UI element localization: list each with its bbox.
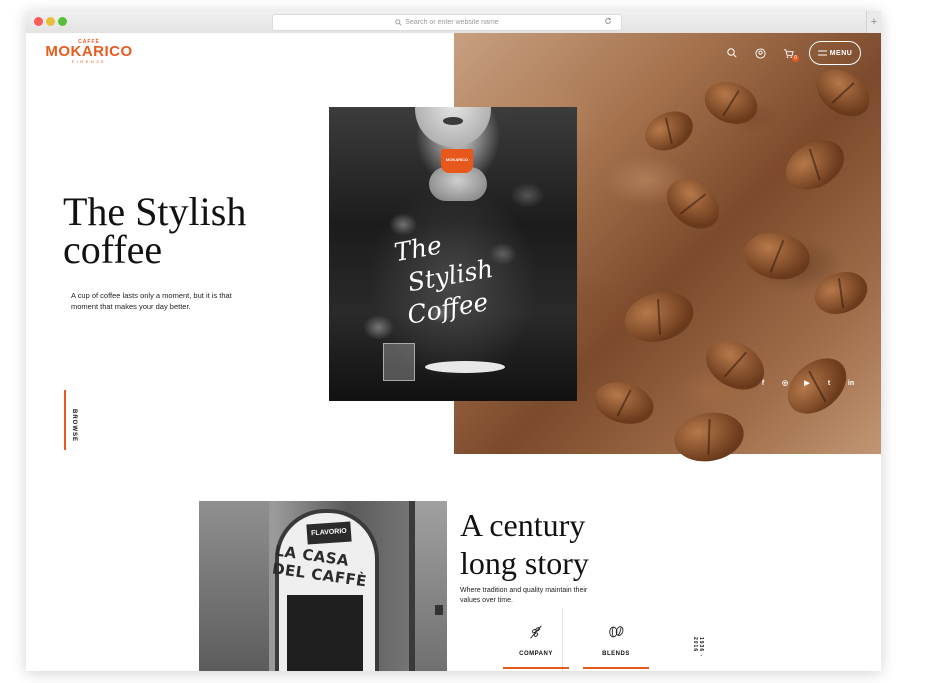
browse-line <box>64 390 66 450</box>
twitter-icon[interactable]: t <box>825 379 833 387</box>
browser-window: Search or enter website name + CAFFÈ MOK… <box>26 11 881 671</box>
address-bar[interactable]: Search or enter website name <box>272 14 622 31</box>
social-links: f ◎ ▶ t in <box>759 379 855 388</box>
coffee-beans-icon <box>583 621 649 643</box>
new-tab-button[interactable]: + <box>866 11 881 33</box>
header-nav: 0 MENU <box>725 41 861 65</box>
story-description: Where tradition and quality maintain the… <box>460 587 588 604</box>
cup-label: MOKARICO <box>445 157 469 162</box>
web-page: CAFFÈ MOKARICO FIRENZE 0 MENU MOKARICO T… <box>26 33 881 671</box>
woman-drinking-coffee-image: MOKARICO The Stylish Coffee <box>329 107 577 401</box>
mokarico-logo[interactable]: CAFFÈ MOKARICO FIRENZE <box>43 39 135 64</box>
cart-icon[interactable]: 0 <box>781 46 799 62</box>
years-label: 1936 - 2016 <box>692 637 704 658</box>
hamburger-icon <box>817 50 827 56</box>
blends-label: BLENDS <box>602 651 630 657</box>
search-icon <box>395 19 402 26</box>
address-bar-placeholder: Search or enter website name <box>405 19 499 26</box>
cafe-storefront-image: FLAVORIO LA CASA DEL CAFFÈ <box>199 501 447 671</box>
reload-icon[interactable] <box>604 17 612 25</box>
search-icon[interactable] <box>725 46 739 60</box>
coffee-branch-icon <box>503 621 569 643</box>
cart-count-badge: 0 <box>792 55 799 62</box>
browser-titlebar: Search or enter website name + <box>26 11 881 34</box>
account-icon[interactable] <box>753 46 767 60</box>
instagram-icon[interactable]: ◎ <box>781 379 789 387</box>
story-title: A century long story <box>460 507 589 581</box>
browse-link[interactable]: BROWSE <box>71 409 77 442</box>
facebook-icon[interactable]: f <box>759 379 767 387</box>
minimize-window-button[interactable] <box>46 17 55 26</box>
youtube-icon[interactable]: ▶ <box>803 379 811 387</box>
company-label: COMPANY <box>519 651 553 657</box>
company-feature[interactable]: COMPANY <box>503 621 569 669</box>
logo-brand-text: MOKARICO <box>45 43 133 60</box>
blends-feature[interactable]: BLENDS <box>583 621 649 669</box>
shop-sign-small: FLAVORIO <box>306 521 352 545</box>
linkedin-icon[interactable]: in <box>847 379 855 387</box>
menu-button-label: MENU <box>829 49 853 57</box>
hero-title: The Stylish coffee <box>63 189 247 272</box>
hero-description: A cup of coffee lasts only a moment, but… <box>71 291 232 311</box>
maximize-window-button[interactable] <box>58 17 67 26</box>
menu-button[interactable]: MENU <box>809 41 861 65</box>
close-window-button[interactable] <box>34 17 43 26</box>
